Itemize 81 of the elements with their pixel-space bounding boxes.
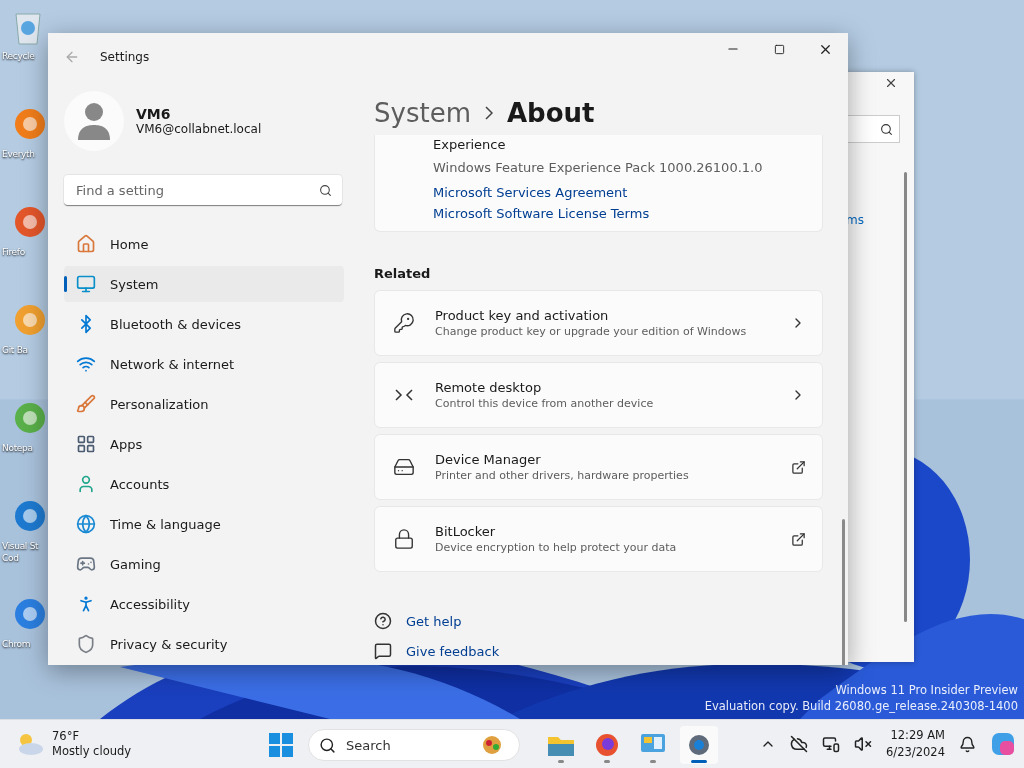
maximize-icon <box>773 43 785 55</box>
windows-icon <box>269 733 293 757</box>
home-icon <box>76 234 96 254</box>
feedback-icon <box>374 642 392 660</box>
sidebar-item[interactable]: Home <box>64 226 344 262</box>
cloud-icon[interactable] <box>790 735 809 753</box>
folder-icon <box>548 734 574 756</box>
watermark-text: Windows 11 Pro Insider Preview <box>835 682 1018 698</box>
user-email: VM6@collabnet.local <box>136 122 262 136</box>
settings-row[interactable]: Remote desktop Control this device from another device <box>374 362 823 428</box>
breadcrumb-parent[interactable]: System <box>374 98 471 128</box>
sidebar-item[interactable]: System <box>64 266 344 302</box>
search-icon <box>319 736 336 754</box>
brush-icon <box>76 394 96 414</box>
taskbar-app[interactable] <box>680 726 718 764</box>
weather-condition: Mostly cloudy <box>52 744 132 759</box>
desktop-icon-label: Recycle <box>2 50 35 62</box>
copilot-icon[interactable] <box>990 731 1016 757</box>
taskbar-search-box[interactable]: Search <box>308 729 520 761</box>
search-field[interactable]: Find a setting <box>74 181 319 199</box>
link[interactable]: Give feedback <box>406 643 500 659</box>
globe-icon <box>76 514 96 534</box>
scrollbar[interactable] <box>904 172 907 622</box>
back-icon[interactable] <box>64 49 80 65</box>
shield-icon <box>76 634 96 654</box>
temperature: 76°F <box>52 729 80 744</box>
watermark-text: Evaluation copy. Build 26080.ge_release.240308-1400 <box>704 698 1018 714</box>
sidebar-item[interactable]: Accounts <box>64 466 344 502</box>
link[interactable]: Microsoft Software License Terms <box>433 206 650 221</box>
key-icon <box>393 312 415 334</box>
search-field[interactable] <box>846 115 900 143</box>
link[interactable]: Microsoft Services Agreement <box>433 185 628 200</box>
desktop-icon-label: Firefo <box>2 246 25 258</box>
volume-muted-icon[interactable] <box>854 735 873 753</box>
taskbar-search[interactable]: Search <box>344 736 467 754</box>
search-box[interactable]: Find a setting <box>64 175 342 206</box>
settings-row[interactable]: BitLocker Device encryption to help protect your data <box>374 506 823 572</box>
notification-icon[interactable] <box>959 735 976 753</box>
page-title: About <box>506 98 595 128</box>
lock-icon <box>393 528 415 550</box>
gear-icon <box>687 733 711 757</box>
close-icon[interactable] <box>884 76 898 90</box>
spec-value: Windows Feature Experience Pack 1000.26100.1.0 <box>433 160 764 175</box>
desktop-icon-label: Chrom <box>2 638 31 650</box>
external-link-icon <box>791 531 806 547</box>
sidebar-item[interactable]: Accessibility <box>64 586 344 622</box>
clock[interactable]: 12:29 AM 6/23/2024 <box>886 727 945 761</box>
spec-label: Experience <box>433 137 507 152</box>
wifi-icon <box>76 354 96 374</box>
search-icon <box>880 122 893 136</box>
network-icon[interactable] <box>822 735 841 753</box>
person-icon <box>77 102 111 140</box>
sidebar-item[interactable]: Privacy & security <box>64 626 344 662</box>
drive-icon <box>393 456 415 478</box>
sidebar-item[interactable]: Time & language <box>64 506 344 542</box>
link[interactable]: Get help <box>406 613 462 629</box>
sidebar-item[interactable]: Personalization <box>64 386 344 422</box>
sidebar-item[interactable]: Apps <box>64 426 344 462</box>
monitor-icon <box>76 274 96 294</box>
scrollbar[interactable] <box>842 519 845 665</box>
browser-icon <box>595 733 619 757</box>
search-icon <box>319 183 332 197</box>
desktop-icon-label: Notepa <box>2 442 33 454</box>
apps-icon <box>76 434 96 454</box>
sidebar-item[interactable]: Network & internet <box>64 346 344 382</box>
person-icon <box>76 474 96 494</box>
chevron-icon <box>484 106 493 120</box>
sidebar-item[interactable]: Gaming <box>64 546 344 582</box>
desktop-icon-label: Git Ba <box>2 344 28 356</box>
settings-row[interactable]: Product key and activation Change product key or upgrade your edition of Windows <box>374 290 823 356</box>
help-icon <box>374 612 392 630</box>
sidebar-item[interactable]: Bluetooth & devices <box>64 306 344 342</box>
weather-icon <box>16 731 44 757</box>
section-heading: Related <box>374 266 432 281</box>
user-name: VM6 <box>136 106 172 122</box>
external-link-icon <box>791 459 806 475</box>
desktop-icon-label: Visual St Cod <box>2 540 40 564</box>
gamepad-icon <box>76 554 96 574</box>
settings-row[interactable]: Device Manager Printer and other drivers, hardware properties <box>374 434 823 500</box>
window-title: Settings <box>100 50 150 64</box>
desktop-icon-label: Everyth <box>2 148 35 160</box>
